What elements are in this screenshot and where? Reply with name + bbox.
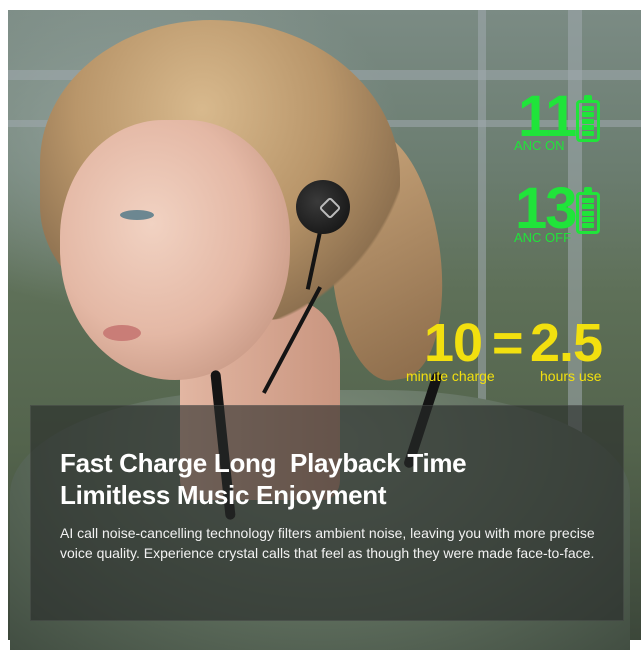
text-overlay-panel bbox=[30, 405, 624, 621]
charge-minutes: 10 bbox=[424, 313, 483, 373]
headline-line-1: Fast Charge Long Playback Time bbox=[60, 448, 467, 478]
headline: Fast Charge Long Playback Time Limitless… bbox=[60, 447, 467, 511]
model-lips bbox=[103, 325, 141, 341]
hours-use-label: hours use bbox=[540, 368, 602, 384]
model-face bbox=[60, 120, 290, 380]
feature-description: AI call noise-cancelling technology filt… bbox=[60, 525, 595, 561]
battery-full-icon bbox=[576, 95, 600, 142]
minute-charge-label: minute charge bbox=[406, 368, 495, 384]
equals-sign: = bbox=[492, 313, 524, 373]
headline-line-2: Limitless Music Enjoyment bbox=[60, 480, 387, 510]
model-eye bbox=[120, 210, 154, 220]
anc-on-label: ANC ON bbox=[514, 138, 565, 153]
playback-hours: 2.5 bbox=[530, 313, 603, 373]
anc-off-label: ANC OFF bbox=[514, 230, 572, 245]
battery-full-icon bbox=[576, 187, 600, 234]
